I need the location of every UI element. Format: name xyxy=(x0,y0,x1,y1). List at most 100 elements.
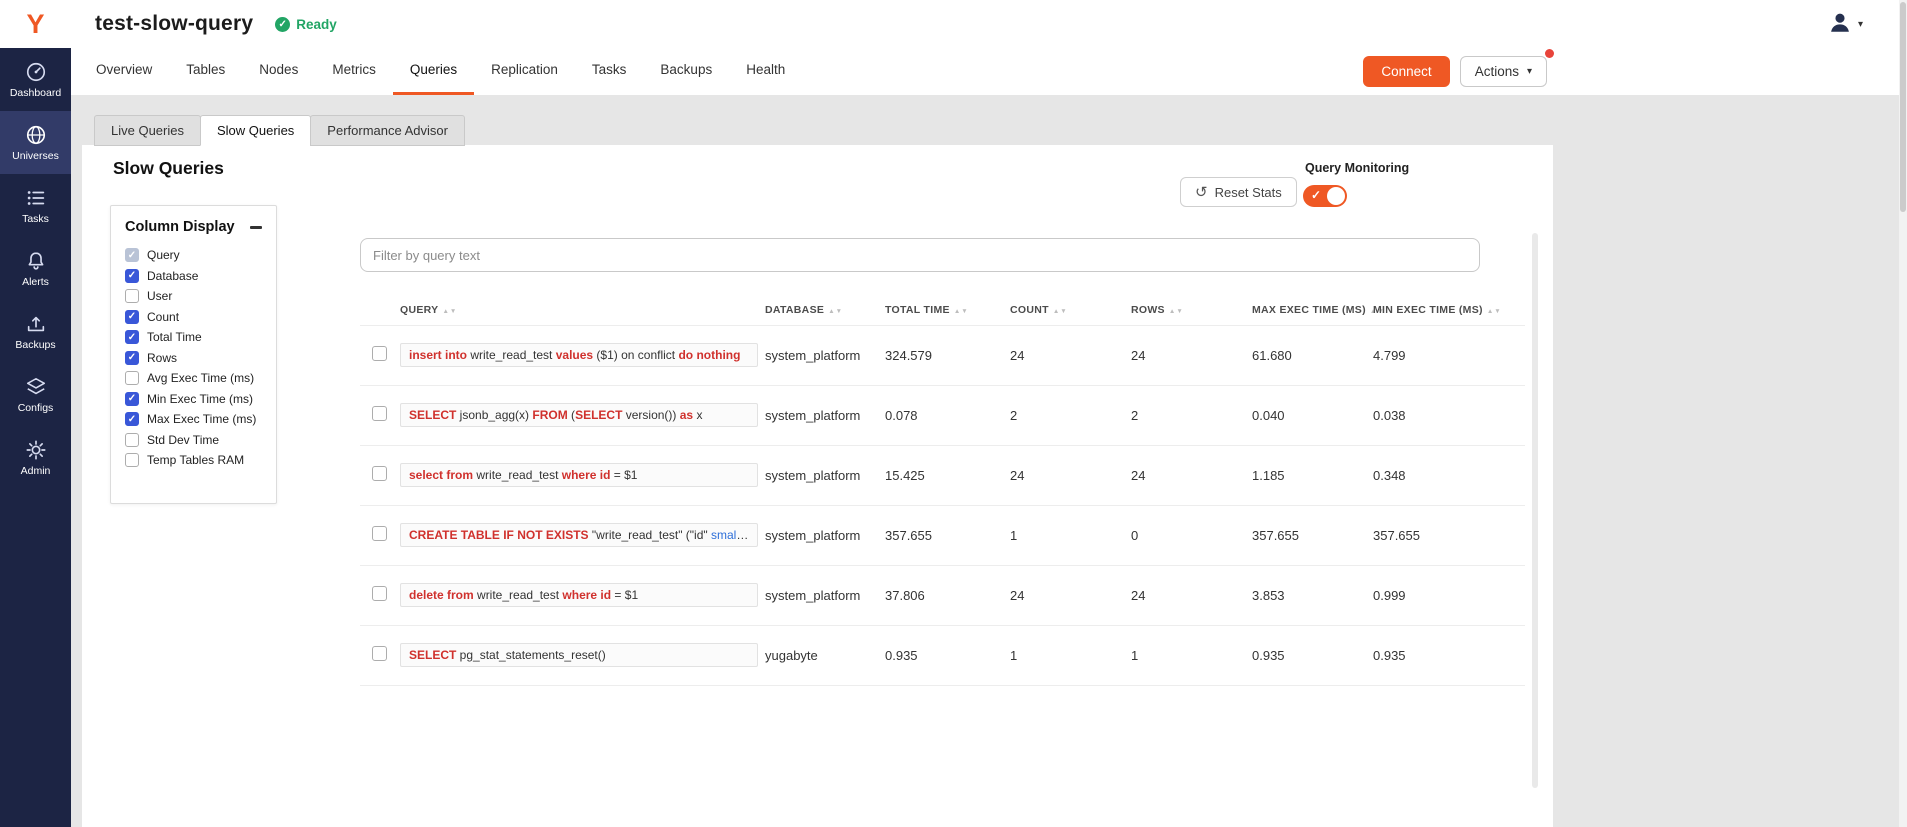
tab-nodes[interactable]: Nodes xyxy=(242,48,315,95)
query-fragment: ($1) on conflict xyxy=(593,348,678,362)
column-header-max-exec-time-ms[interactable]: MAX EXEC TIME (MS)▲▼ xyxy=(1252,295,1373,325)
query-fragment: = $1 xyxy=(610,468,637,482)
min-exec-time-cell: 0.038 xyxy=(1373,385,1525,445)
tab-backups[interactable]: Backups xyxy=(643,48,729,95)
checkbox[interactable] xyxy=(125,351,139,365)
sidebar-item-tasks[interactable]: Tasks xyxy=(0,174,71,237)
actions-button[interactable]: Actions ▾ xyxy=(1460,56,1547,87)
subtab-slow-queries[interactable]: Slow Queries xyxy=(200,115,311,146)
row-checkbox[interactable] xyxy=(372,526,387,541)
total-time-cell: 15.425 xyxy=(885,445,1010,505)
query-fragment: write_read_test xyxy=(473,468,562,482)
query-fragment: where id xyxy=(562,468,611,482)
checkbox[interactable] xyxy=(125,412,139,426)
database-cell: system_platform xyxy=(765,325,885,385)
sidebar-item-label: Backups xyxy=(15,339,55,351)
subtab-performance-advisor[interactable]: Performance Advisor xyxy=(310,115,465,146)
query-fragment: version()) xyxy=(622,408,679,422)
checkbox-label: Std Dev Time xyxy=(147,433,219,447)
row-checkbox[interactable] xyxy=(372,586,387,601)
connect-button[interactable]: Connect xyxy=(1363,56,1449,87)
sidebar-item-label: Universes xyxy=(12,150,59,162)
sidebar-item-configs[interactable]: Configs xyxy=(0,363,71,426)
checkbox[interactable] xyxy=(125,330,139,344)
column-option-min-exec-time-ms[interactable]: Min Exec Time (ms) xyxy=(125,389,262,410)
checkbox[interactable] xyxy=(125,433,139,447)
column-display-header: Column Display xyxy=(125,219,262,235)
query-fragment: write_read_test xyxy=(474,588,563,602)
rows-cell: 2 xyxy=(1131,385,1252,445)
dashboard-icon xyxy=(25,61,47,83)
row-checkbox[interactable] xyxy=(372,346,387,361)
sidebar-item-label: Admin xyxy=(21,465,51,477)
checkbox[interactable] xyxy=(125,453,139,467)
tab-tasks[interactable]: Tasks xyxy=(575,48,644,95)
tab-metrics[interactable]: Metrics xyxy=(315,48,393,95)
database-cell: system_platform xyxy=(765,385,885,445)
tab-health[interactable]: Health xyxy=(729,48,802,95)
column-option-max-exec-time-ms[interactable]: Max Exec Time (ms) xyxy=(125,409,262,430)
query-text[interactable]: CREATE TABLE IF NOT EXISTS "write_read_t… xyxy=(400,523,758,547)
tab-tables[interactable]: Tables xyxy=(169,48,242,95)
sidebar-item-dashboard[interactable]: Dashboard xyxy=(0,48,71,111)
reset-stats-button[interactable]: ↺ Reset Stats xyxy=(1180,177,1297,207)
scrollbar-thumb[interactable] xyxy=(1900,2,1906,212)
column-option-user[interactable]: User xyxy=(125,286,262,307)
column-header-database[interactable]: DATABASE▲▼ xyxy=(765,295,885,325)
row-checkbox[interactable] xyxy=(372,406,387,421)
database-cell: system_platform xyxy=(765,565,885,625)
rows-cell: 1 xyxy=(1131,625,1252,685)
queries-table-wrap: QUERY▲▼DATABASE▲▼TOTAL TIME▲▼COUNT▲▼ROWS… xyxy=(360,295,1530,686)
query-text[interactable]: select from write_read_test where id = $… xyxy=(400,463,758,487)
total-time-cell: 357.655 xyxy=(885,505,1010,565)
sidebar-item-universes[interactable]: Universes xyxy=(0,111,71,174)
query-cell: CREATE TABLE IF NOT EXISTS "write_read_t… xyxy=(400,505,765,565)
checkbox-label: Temp Tables RAM xyxy=(147,453,244,467)
column-option-rows[interactable]: Rows xyxy=(125,348,262,369)
query-text[interactable]: insert into write_read_test values ($1) … xyxy=(400,343,758,367)
query-fragment: write_read_test xyxy=(467,348,556,362)
column-option-avg-exec-time-ms[interactable]: Avg Exec Time (ms) xyxy=(125,368,262,389)
column-header-count[interactable]: COUNT▲▼ xyxy=(1010,295,1131,325)
reset-stats-label: Reset Stats xyxy=(1215,185,1282,200)
sidebar-item-admin[interactable]: Admin xyxy=(0,426,71,489)
yugabyte-logo[interactable]: Y xyxy=(0,0,71,48)
checkbox[interactable] xyxy=(125,371,139,385)
query-text[interactable]: SELECT pg_stat_statements_reset() xyxy=(400,643,758,667)
queries-table: QUERY▲▼DATABASE▲▼TOTAL TIME▲▼COUNT▲▼ROWS… xyxy=(360,295,1525,686)
row-checkbox[interactable] xyxy=(372,646,387,661)
row-checkbox-cell xyxy=(360,505,400,565)
row-checkbox[interactable] xyxy=(372,466,387,481)
sidebar-item-backups[interactable]: Backups xyxy=(0,300,71,363)
column-header-total-time[interactable]: TOTAL TIME▲▼ xyxy=(885,295,1010,325)
user-menu[interactable]: ▾ xyxy=(1827,9,1863,40)
checkbox[interactable] xyxy=(125,392,139,406)
column-header-min-exec-time-ms[interactable]: MIN EXEC TIME (MS)▲▼ xyxy=(1373,295,1525,325)
column-option-query[interactable]: Query xyxy=(125,245,262,266)
column-header-query[interactable]: QUERY▲▼ xyxy=(400,295,765,325)
column-option-temp-tables-ram[interactable]: Temp Tables RAM xyxy=(125,450,262,471)
tab-replication[interactable]: Replication xyxy=(474,48,575,95)
collapse-icon[interactable] xyxy=(250,226,262,229)
column-option-database[interactable]: Database xyxy=(125,266,262,287)
checkbox[interactable] xyxy=(125,289,139,303)
checkbox[interactable] xyxy=(125,310,139,324)
checkbox[interactable] xyxy=(125,248,139,262)
subtab-live-queries[interactable]: Live Queries xyxy=(94,115,201,146)
tab-overview[interactable]: Overview xyxy=(79,48,169,95)
table-scrollbar[interactable] xyxy=(1532,233,1538,788)
workspace: Live QueriesSlow QueriesPerformance Advi… xyxy=(71,95,1907,827)
column-header-rows[interactable]: ROWS▲▼ xyxy=(1131,295,1252,325)
query-monitoring-toggle[interactable]: ✓ xyxy=(1303,185,1347,207)
column-option-total-time[interactable]: Total Time xyxy=(125,327,262,348)
tab-queries[interactable]: Queries xyxy=(393,48,474,95)
query-text[interactable]: delete from write_read_test where id = $… xyxy=(400,583,758,607)
query-filter-input[interactable] xyxy=(360,238,1480,272)
sidebar-item-alerts[interactable]: Alerts xyxy=(0,237,71,300)
column-option-std-dev-time[interactable]: Std Dev Time xyxy=(125,430,262,451)
query-text[interactable]: SELECT jsonb_agg(x) FROM (SELECT version… xyxy=(400,403,758,427)
checkbox[interactable] xyxy=(125,269,139,283)
query-cell: select from write_read_test where id = $… xyxy=(400,445,765,505)
page-scrollbar[interactable] xyxy=(1899,0,1907,827)
column-option-count[interactable]: Count xyxy=(125,307,262,328)
